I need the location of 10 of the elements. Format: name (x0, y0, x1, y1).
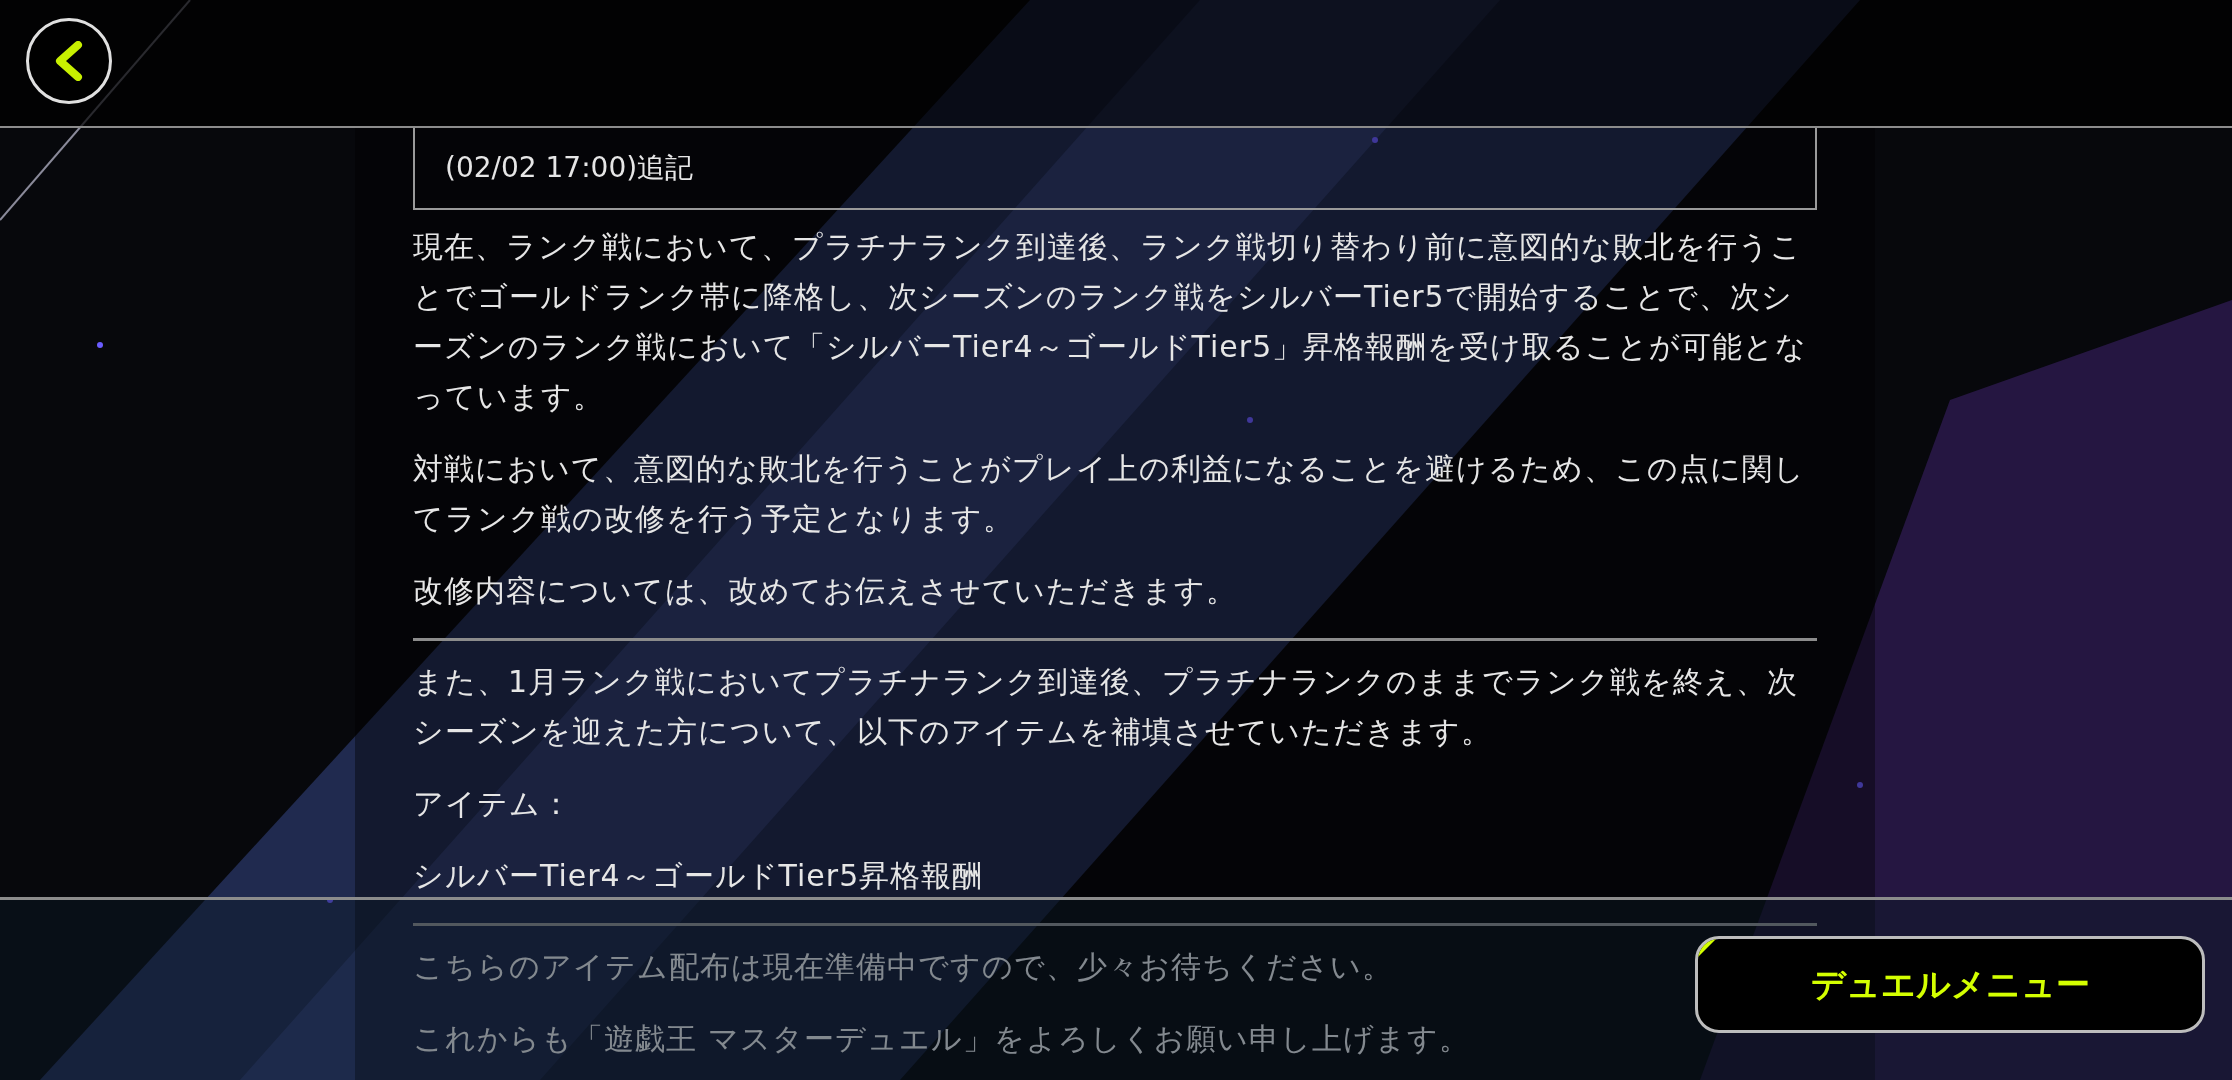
notice-paragraph: 対戦において、意図的な敗北を行うことがプレイ上の利益になることを避けるため、この点に関してランク戦の改修を行う予定となります。 (413, 450, 1806, 538)
notice-paragraph: アイテム： (413, 785, 573, 823)
notice-paragraph: シルバーTier4～ゴールドTier5昇格報酬 (413, 857, 985, 895)
notice-paragraph: 改修内容については、改めてお伝えさせていただきます。 (413, 572, 1238, 610)
duel-menu-button[interactable]: デュエルメニュー (1695, 936, 2205, 1033)
notice-paragraph: また、1月ランク戦においてプラチナランク到達後、プラチナランクのままでランク戦を終え、次シーズンを迎えた方について、以下のアイテムを補填させていただきます。 (413, 663, 1800, 751)
heading-text: (02/02 17:00)追記 (445, 150, 694, 186)
notice-paragraph: こちらのアイテム配布は現在準備中ですので、少々お待ちください。 (413, 948, 1394, 986)
notice-paragraph: これからも「遊戯王 マスターデュエル」をよろしくお願い申し上げます。 (413, 1020, 1471, 1058)
notice-paragraph: 現在、ランク戦において、プラチナランク到達後、ランク戦切り替わり前に意図的な敗北を行うことでゴールドランク帯に降格し、次シーズンのランク戦をシルバーTier5で開始することで、次シーズンのランク戦において「シルバーTier4～ゴールドTier5」昇格報酬を受け取ることが可能となっています。 (413, 228, 1809, 416)
